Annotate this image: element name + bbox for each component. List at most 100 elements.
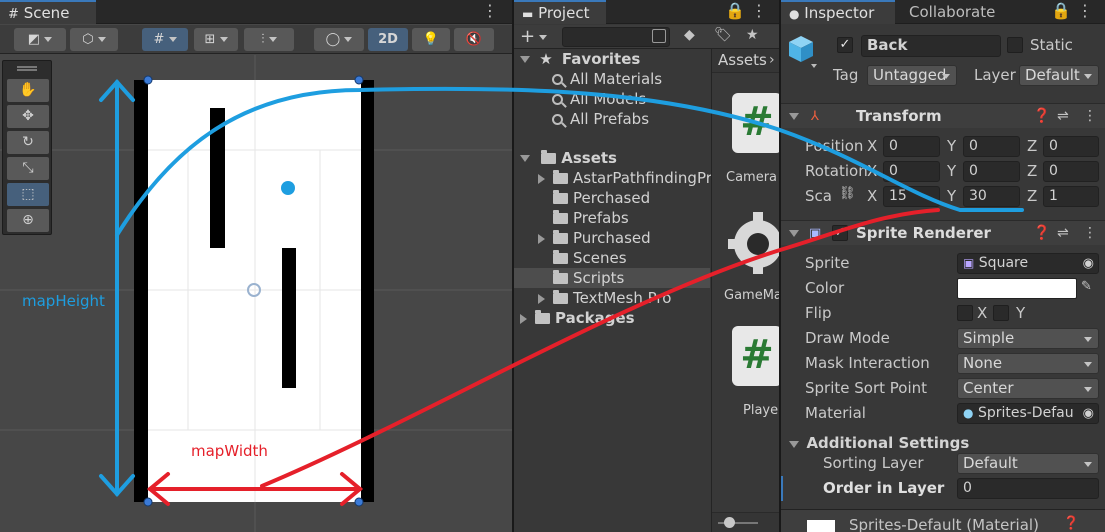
sprite-icon: ▣ bbox=[963, 256, 975, 270]
rotation-y-input[interactable]: 0 bbox=[963, 161, 1020, 182]
constrain-proportions-icon[interactable]: ⛓ bbox=[839, 186, 856, 201]
color-swatch[interactable] bbox=[957, 278, 1077, 299]
lock-icon[interactable]: 🔒 bbox=[1051, 0, 1071, 24]
corner-handle-tr[interactable] bbox=[354, 75, 364, 85]
layer-label: Layer bbox=[974, 66, 1016, 84]
asset-folder[interactable]: Purchased bbox=[514, 228, 710, 248]
position-y-input[interactable]: 0 bbox=[963, 136, 1020, 157]
scale-tool[interactable]: ⤡ bbox=[7, 157, 49, 180]
grid-visibility-button[interactable]: ⫶ bbox=[244, 28, 294, 51]
corner-handle-tl[interactable] bbox=[143, 75, 153, 85]
static-checkbox[interactable] bbox=[1007, 37, 1023, 53]
favorite-item[interactable]: All Models bbox=[514, 89, 710, 109]
flip-y-checkbox[interactable] bbox=[993, 305, 1009, 321]
asset-folder-label: Scripts bbox=[573, 269, 625, 287]
gizmo-view-button[interactable]: ◯ bbox=[314, 28, 364, 51]
draw-mode-dropdown[interactable]: Simple bbox=[957, 328, 1099, 349]
packages-header[interactable]: Packages bbox=[514, 308, 710, 328]
scale-z-input[interactable]: 1 bbox=[1043, 186, 1099, 207]
asset-folder-label: Perchased bbox=[573, 189, 651, 207]
filter-label-icon[interactable]: 🏷 bbox=[714, 27, 732, 43]
sprite-renderer-enabled-checkbox[interactable]: ✓ bbox=[832, 225, 848, 241]
material-object-field[interactable]: ● Sprites-Defau ◉ bbox=[957, 403, 1099, 424]
create-button[interactable]: + bbox=[520, 26, 548, 47]
rect-icon: ⬚ bbox=[21, 186, 35, 202]
mask-interaction-dropdown[interactable]: None bbox=[957, 353, 1099, 374]
asset-folder[interactable]: Scenes bbox=[514, 248, 710, 268]
favorite-item[interactable]: All Materials bbox=[514, 69, 710, 89]
rotation-z-input[interactable]: 0 bbox=[1043, 161, 1099, 182]
zoom-slider-knob[interactable] bbox=[724, 517, 735, 528]
transform-tool[interactable]: ⊕ bbox=[7, 209, 49, 232]
order-in-layer-input[interactable]: 0 bbox=[957, 478, 1099, 499]
render-mode-dropdown[interactable]: ⬡ bbox=[70, 28, 118, 51]
additional-settings-foldout[interactable]: Additional Settings bbox=[789, 434, 969, 452]
scale-y-input[interactable]: 30 bbox=[963, 186, 1020, 207]
sorting-layer-dropdown[interactable]: Default bbox=[957, 453, 1099, 474]
flip-x-checkbox[interactable] bbox=[957, 305, 973, 321]
sprite-renderer-header[interactable]: ▣ ✓ Sprite Renderer ❓ ⇌ ⋮ bbox=[781, 220, 1105, 245]
tab-inspector[interactable]: ● Inspector bbox=[781, 0, 895, 24]
mode-2d-toggle[interactable]: 2D bbox=[368, 28, 408, 51]
sprite-object-field[interactable]: ▣ Square ◉ bbox=[957, 253, 1099, 274]
rotation-x-input[interactable]: 0 bbox=[883, 161, 940, 182]
favorites-header[interactable]: ★ Favorites bbox=[514, 49, 710, 69]
asset-folder[interactable]: Perchased bbox=[514, 188, 710, 208]
breadcrumb[interactable]: Assets bbox=[718, 51, 767, 69]
asset-folder[interactable]: AstarPathfindingPr bbox=[514, 168, 712, 188]
hand-tool[interactable]: ✋ bbox=[7, 79, 49, 102]
audio-toggle[interactable]: 🔇 bbox=[454, 28, 494, 51]
drag-handle-icon[interactable] bbox=[17, 66, 37, 68]
move-tool[interactable]: ✥ bbox=[7, 105, 49, 128]
script-asset-icon[interactable]: # bbox=[732, 93, 779, 153]
tab-collaborate[interactable]: Collaborate bbox=[901, 0, 1003, 24]
scene-viewport[interactable]: mapHeight mapWidth bbox=[0, 55, 512, 532]
draw-mode-dropdown[interactable]: ◩ bbox=[14, 28, 66, 51]
scene-menu-icon[interactable]: ⋮ bbox=[482, 0, 498, 24]
material-footer[interactable]: Sprites-Default (Material) ❓ bbox=[781, 510, 1105, 532]
component-menu-icon[interactable]: ⋮ bbox=[1083, 221, 1097, 246]
inspector-menu-icon[interactable]: ⋮ bbox=[1077, 0, 1093, 24]
sprite-sort-point-dropdown[interactable]: Center bbox=[957, 378, 1099, 399]
help-icon[interactable]: ❓ bbox=[1033, 221, 1050, 246]
tab-scene[interactable]: # Scene bbox=[0, 0, 96, 24]
gear-icon bbox=[728, 212, 779, 274]
object-picker-icon[interactable]: ◉ bbox=[1083, 254, 1094, 273]
corner-handle-br[interactable] bbox=[354, 497, 364, 507]
scale-x-input[interactable]: 15 bbox=[883, 186, 940, 207]
corner-handle-bl[interactable] bbox=[143, 497, 153, 507]
object-picker-icon[interactable]: ◉ bbox=[1080, 404, 1094, 423]
project-menu-icon[interactable]: ⋮ bbox=[751, 0, 767, 24]
tag-dropdown[interactable]: Untagged bbox=[867, 65, 957, 86]
position-z-input[interactable]: 0 bbox=[1043, 136, 1099, 157]
asset-folder[interactable]: Prefabs bbox=[514, 208, 710, 228]
assets-header[interactable]: Assets bbox=[514, 148, 710, 168]
snap-increment-button[interactable]: ⊞ bbox=[194, 28, 238, 51]
component-menu-icon[interactable]: ⋮ bbox=[1083, 104, 1097, 129]
favorite-star-icon[interactable]: ★ bbox=[746, 27, 759, 43]
transform-header[interactable]: ⅄ Transform ❓ ⇌ ⋮ bbox=[781, 103, 1105, 128]
lock-icon[interactable]: 🔒 bbox=[725, 0, 745, 24]
rotate-tool[interactable]: ↻ bbox=[7, 131, 49, 154]
script-asset-icon[interactable]: # bbox=[732, 326, 779, 386]
lighting-toggle[interactable]: 💡 bbox=[412, 28, 450, 51]
help-icon[interactable]: ❓ bbox=[1063, 516, 1079, 531]
gameobject-cube-icon[interactable] bbox=[787, 34, 817, 68]
favorite-item[interactable]: All Prefabs bbox=[514, 109, 710, 129]
active-checkbox[interactable]: ✓ bbox=[837, 37, 853, 53]
asset-folder-selected[interactable]: Scripts bbox=[514, 268, 710, 288]
preset-icon[interactable]: ⇌ bbox=[1057, 221, 1069, 246]
filter-type-icon[interactable]: ◆ bbox=[684, 27, 695, 43]
gear-asset-icon[interactable] bbox=[728, 208, 779, 274]
preset-icon[interactable]: ⇌ bbox=[1057, 104, 1069, 129]
layer-dropdown[interactable]: Default bbox=[1019, 65, 1099, 86]
eyedropper-icon[interactable]: ✎ bbox=[1081, 279, 1092, 294]
rect-tool[interactable]: ⬚ bbox=[7, 183, 49, 206]
grid-snap-button[interactable]: # bbox=[142, 28, 188, 51]
object-name-input[interactable]: Back bbox=[861, 35, 1001, 57]
search-mode-icon[interactable] bbox=[652, 29, 666, 43]
help-icon[interactable]: ❓ bbox=[1033, 104, 1050, 129]
tab-project[interactable]: ▬ Project bbox=[514, 0, 606, 24]
asset-folder[interactable]: TextMesh Pro bbox=[514, 288, 710, 308]
position-x-input[interactable]: 0 bbox=[883, 136, 940, 157]
